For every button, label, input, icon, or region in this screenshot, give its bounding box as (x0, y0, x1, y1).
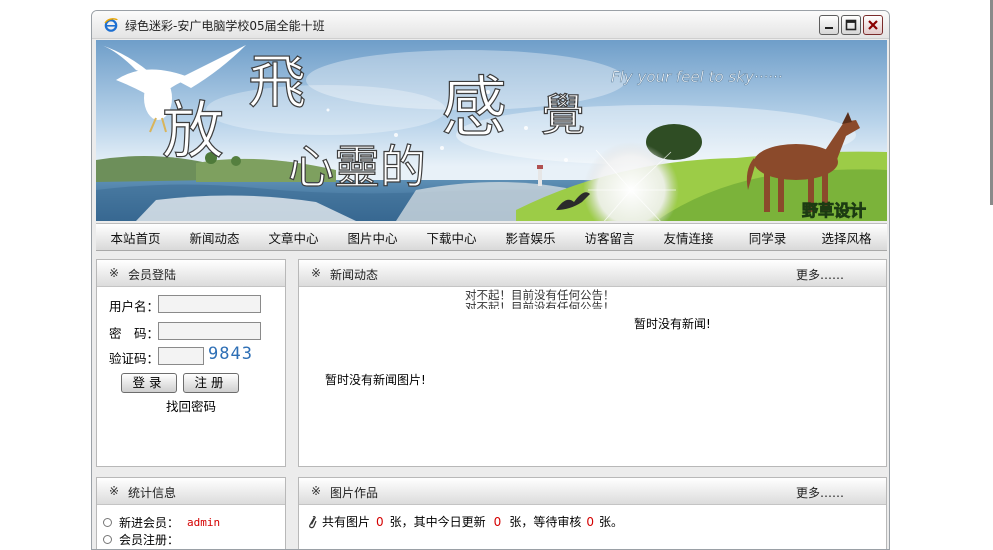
panel-mark: ※ (311, 484, 322, 498)
stats-panel-title: 统计信息 (128, 486, 177, 500)
nav-friend-links[interactable]: 友情连接 (649, 228, 728, 247)
login-button[interactable]: 登录 (121, 373, 177, 393)
banner-designer: 野草设计 (802, 201, 866, 220)
photos-summary-mid1: 张，其中今日更新 (389, 515, 486, 529)
nav-media[interactable]: 影音娱乐 (491, 228, 570, 247)
stats-panel: ※ 统计信息 新进会员： admin 会员注册： (96, 477, 286, 549)
password-label: 密 码： (109, 326, 160, 341)
photos-panel: ※ 图片作品 更多…… 共有图片 0 张，其中今日更新 0 张，等待审核 0 张… (298, 477, 887, 549)
stats-row-member-reg: 会员注册： (103, 531, 179, 548)
panel-mark: ※ (109, 266, 120, 280)
panel-mark: ※ (311, 266, 322, 280)
notice-marquee: 对不起！目前没有任何公告！ 对不起！目前没有任何公告！ (465, 289, 615, 309)
stats-row-new-member: 新进会员： admin (103, 514, 220, 531)
nav-pictures[interactable]: 图片中心 (333, 228, 412, 247)
photos-panel-title: 图片作品 (330, 486, 379, 500)
banner-slogan: Fly your feel to sky······ (611, 68, 782, 86)
forgot-password-link[interactable]: 找回密码 (166, 396, 216, 415)
photos-pending: 0 (586, 514, 594, 529)
captcha-input[interactable] (158, 347, 204, 365)
member-reg-label: 会员注册： (119, 533, 180, 547)
photos-summary-mid2: 张，等待审核 (509, 515, 582, 529)
browser-window: 绿色迷彩-安广电脑学校05届全能十班 放 飛 感 覺 心靈的 Fly your … (91, 10, 890, 550)
paperclip-icon (309, 515, 317, 528)
news-more-link[interactable]: 更多…… (796, 266, 844, 283)
captcha-label: 验证码： (109, 351, 160, 366)
login-panel-header: ※ 会员登陆 (97, 260, 285, 287)
maximize-icon (845, 19, 857, 31)
new-member-link[interactable]: admin (187, 516, 220, 529)
window-titlebar: 绿色迷彩-安广电脑学校05届全能十班 (92, 11, 889, 39)
nav-choose-style[interactable]: 选择风格 (807, 228, 886, 247)
login-panel: ※ 会员登陆 用户名： 密 码： 验证码： 9843 登录 注册 找回密码 (96, 259, 286, 467)
news-panel-title: 新闻动态 (330, 268, 379, 282)
news-panel-header: ※ 新闻动态 更多…… (299, 260, 886, 287)
svg-text:飛: 飛 (248, 48, 306, 116)
photos-summary-prefix: 共有图片 (322, 515, 371, 529)
ie-browser-icon (104, 18, 118, 32)
photos-today: 0 (493, 514, 502, 529)
radio-bullet-icon (103, 518, 112, 527)
photos-summary: 共有图片 0 张，其中今日更新 0 张，等待审核 0 张。 (307, 513, 623, 530)
banner-artwork: 放 飛 感 覺 心靈的 Fly your feel to sky······ 野… (96, 40, 887, 221)
photos-summary-suffix: 张。 (598, 515, 623, 529)
main-nav: 本站首页 新闻动态 文章中心 图片中心 下载中心 影音娱乐 访客留言 友情连接 … (96, 223, 887, 251)
nav-articles[interactable]: 文章中心 (254, 228, 333, 247)
photos-panel-header: ※ 图片作品 更多…… (299, 478, 886, 505)
nav-downloads[interactable]: 下载中心 (412, 228, 491, 247)
register-button[interactable]: 注册 (183, 373, 239, 393)
no-news-text: 暂时没有新闻! (634, 317, 711, 331)
panel-mark: ※ (109, 484, 120, 498)
notice-line: 对不起！目前没有任何公告！ (465, 300, 615, 309)
radio-bullet-icon (103, 535, 112, 544)
maximize-button[interactable] (841, 15, 861, 35)
password-input[interactable] (158, 322, 261, 340)
svg-text:覺: 覺 (541, 90, 585, 141)
nav-news[interactable]: 新闻动态 (175, 228, 254, 247)
new-member-label: 新进会员： (119, 516, 180, 530)
nav-guestbook[interactable]: 访客留言 (570, 228, 649, 247)
close-button[interactable] (863, 15, 883, 35)
stats-panel-header: ※ 统计信息 (97, 478, 285, 505)
login-panel-title: 会员登陆 (128, 268, 177, 282)
news-panel: ※ 新闻动态 更多…… 对不起！目前没有任何公告！ 对不起！目前没有任何公告！ … (298, 259, 887, 467)
site-banner: 放 飛 感 覺 心靈的 Fly your feel to sky······ 野… (96, 40, 887, 221)
username-input[interactable] (158, 295, 261, 313)
username-label: 用户名： (109, 299, 160, 314)
captcha-digits: 9843 (208, 344, 253, 364)
minimize-button[interactable] (819, 15, 839, 35)
photos-more-link[interactable]: 更多…… (796, 484, 844, 501)
photos-total: 0 (376, 514, 384, 529)
svg-text:放: 放 (162, 94, 224, 167)
minimize-icon (825, 27, 833, 29)
no-news-images-text: 暂时没有新闻图片! (325, 373, 426, 387)
svg-text:感: 感 (441, 69, 507, 146)
window-controls (819, 15, 883, 35)
nav-home[interactable]: 本站首页 (96, 228, 175, 247)
captcha-image[interactable]: 9843 (208, 344, 253, 364)
svg-text:心靈的: 心靈的 (288, 140, 426, 194)
close-icon (868, 20, 878, 30)
nav-classmates[interactable]: 同学录 (728, 228, 807, 247)
window-title: 绿色迷彩-安广电脑学校05届全能十班 (125, 19, 325, 33)
